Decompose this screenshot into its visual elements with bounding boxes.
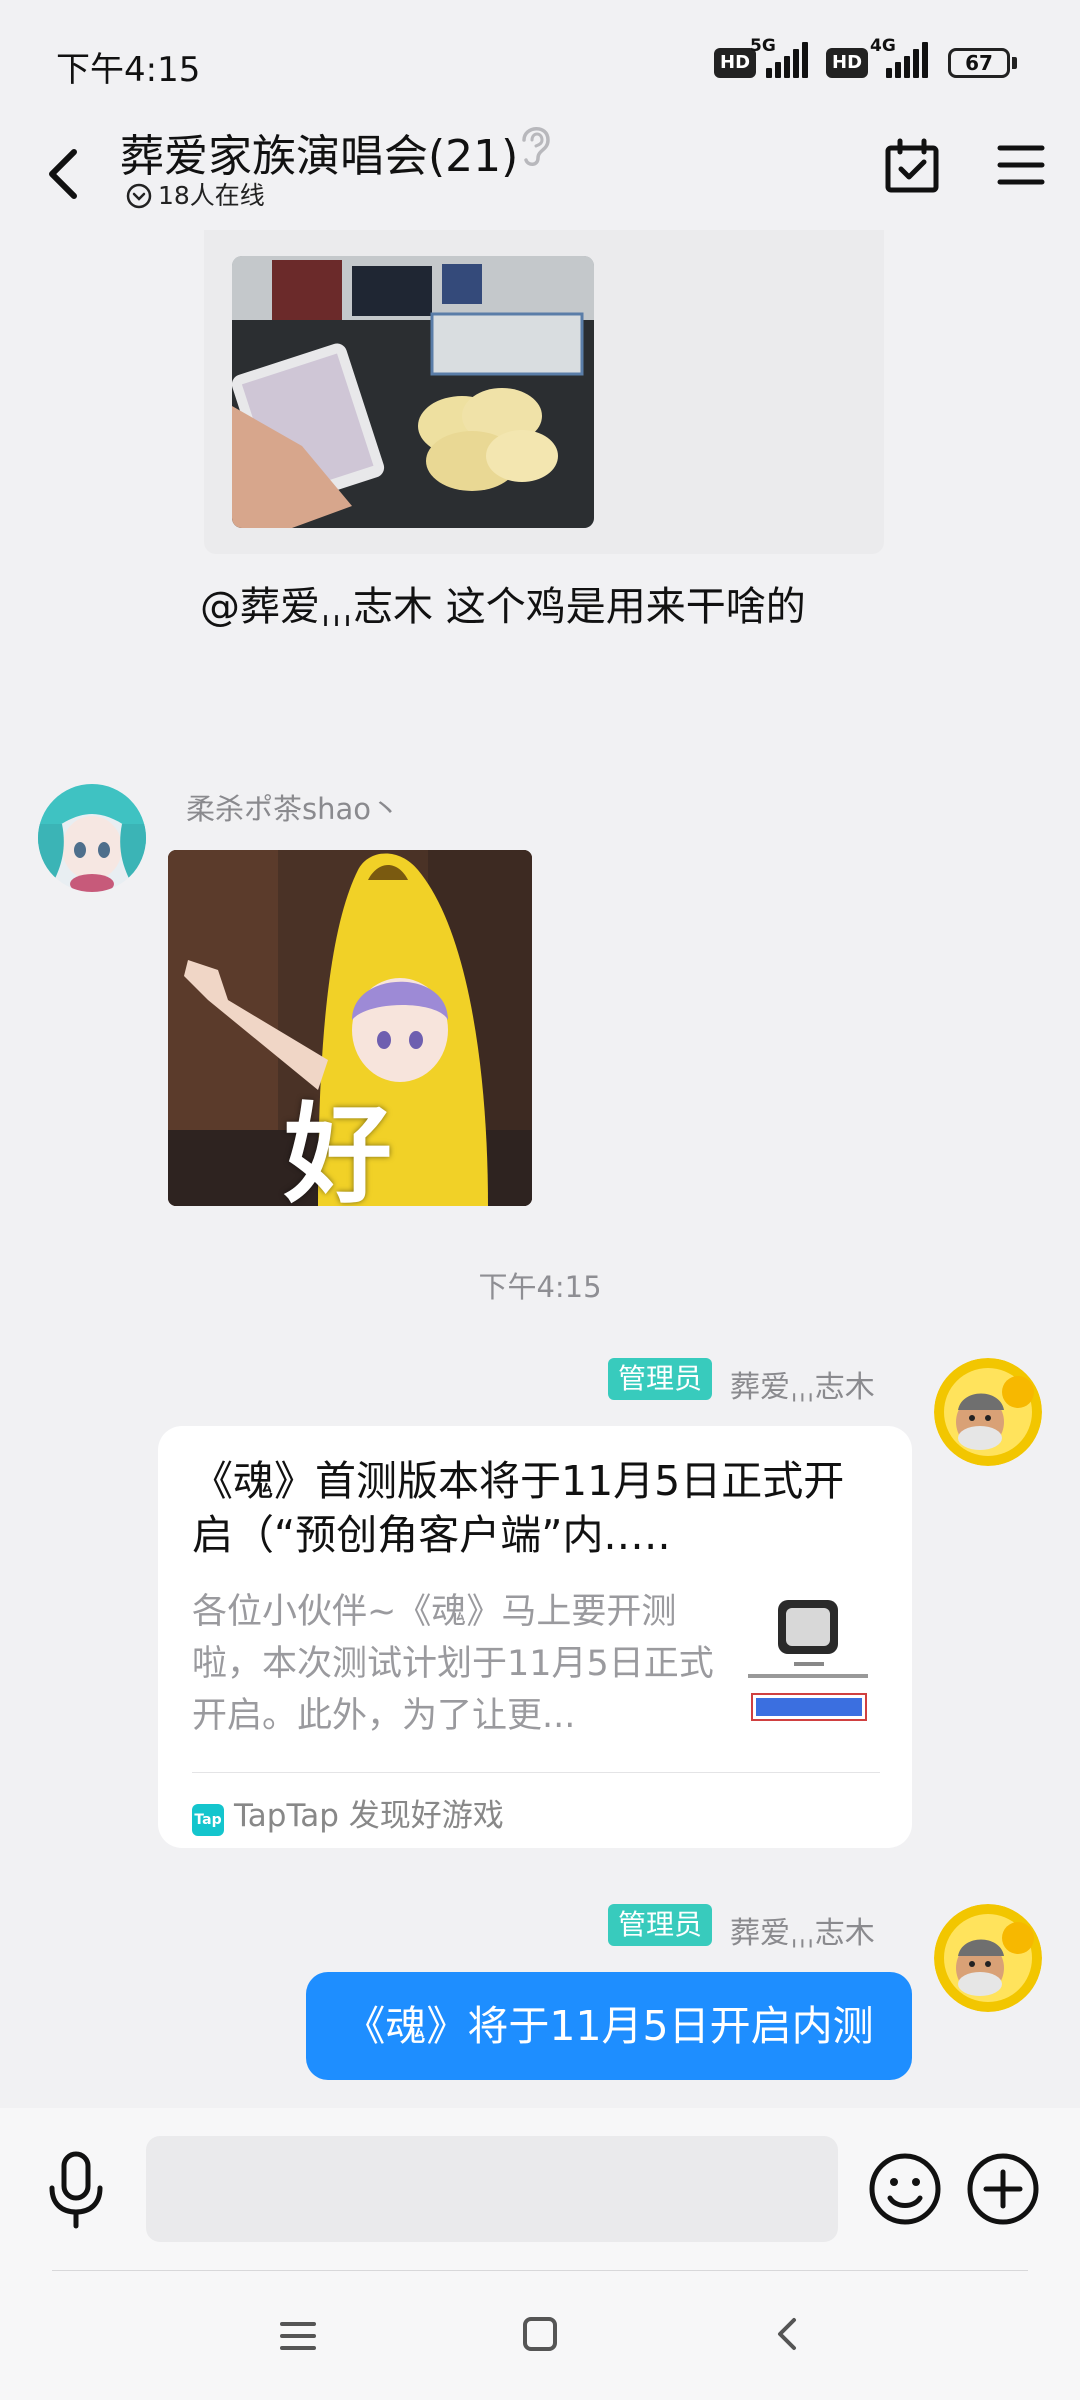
nav-recents-button[interactable]: [278, 2318, 318, 2354]
chat-header: 葬爱家族演唱会(21) 18人在线: [0, 120, 1080, 230]
status-bar: 下午4:15 HD 5G HD 4G 67: [0, 0, 1080, 120]
smiley-icon: [869, 2153, 941, 2225]
card-title: 《魂》首测版本将于11月5日正式开启（“预创角客户端”内.….: [192, 1457, 845, 1559]
chevron-down-circle-icon: [126, 183, 152, 209]
message-text: @葬爱ˌˌˌ志木 这个鸡是用来干啥的: [200, 584, 806, 630]
battery-tip: [1012, 57, 1017, 69]
message-bubble[interactable]: 《魂》将于11月5日开启内测: [306, 1972, 912, 2080]
voice-button[interactable]: [44, 2150, 108, 2230]
avatar[interactable]: [934, 1358, 1042, 1466]
nav-back-button[interactable]: [772, 2314, 802, 2354]
online-count: 18人在线: [158, 181, 265, 210]
taptap-logo-icon: Tap: [192, 1804, 224, 1836]
back-button[interactable]: [40, 144, 90, 204]
hamburger-icon: [997, 145, 1045, 185]
plus-circle-icon: [967, 2153, 1039, 2225]
calendar-check-button[interactable]: [882, 136, 942, 196]
signal-icon: [886, 40, 932, 78]
menu-button[interactable]: [996, 140, 1046, 190]
online-status[interactable]: 18人在线: [126, 176, 265, 212]
avatar[interactable]: [38, 784, 146, 892]
message-timestamp: 下午4:15: [478, 1270, 602, 1304]
nav-home-button[interactable]: [520, 2314, 560, 2354]
admin-badge: 管理员: [608, 1358, 713, 1400]
emoji-button[interactable]: [868, 2152, 942, 2226]
sender-name[interactable]: 柔杀ポ茶shao丶: [186, 786, 400, 828]
square-icon: [523, 2317, 557, 2351]
menu-lines-icon: [280, 2322, 316, 2350]
quoted-photo[interactable]: [232, 256, 594, 528]
microphone-icon: [49, 2151, 103, 2229]
admin-badge: 管理员: [608, 1904, 713, 1946]
add-button[interactable]: [966, 2152, 1040, 2226]
chevron-left-icon: [778, 2318, 796, 2350]
signal-icon: [766, 40, 812, 78]
sender-name[interactable]: 葬爱ˌˌˌ志木: [730, 1362, 875, 1406]
divider: [52, 2270, 1028, 2271]
sender-name[interactable]: 葬爱ˌˌˌ志木: [730, 1908, 875, 1952]
card-description: 各位小伙伴~《魂》马上要开测啦，本次测试计划于11月5日正式开启。此外，为了让更…: [192, 1592, 714, 1736]
status-time: 下午4:15: [56, 50, 201, 90]
sticker-image[interactable]: 好: [168, 850, 532, 1206]
card-divider: [192, 1772, 880, 1773]
sticker-caption: 好: [284, 1093, 393, 1206]
calendar-check-icon: [885, 138, 939, 193]
card-source-label: TapTap 发现好游戏: [234, 1798, 504, 1834]
message-input[interactable]: [146, 2136, 838, 2242]
hd-badge: HD: [826, 48, 869, 78]
chevron-left-icon: [49, 149, 77, 199]
battery-indicator: 67: [948, 48, 1010, 78]
page-title[interactable]: 葬爱家族演唱会(21): [120, 120, 518, 184]
ear-icon[interactable]: [516, 120, 556, 168]
avatar[interactable]: [934, 1904, 1042, 2012]
card-thumbnail: [738, 1590, 874, 1726]
card-source: Tap TapTap 发现好游戏: [192, 1790, 504, 1836]
